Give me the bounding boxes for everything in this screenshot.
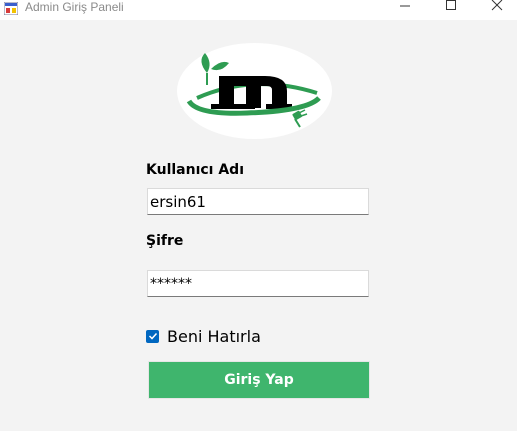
- remember-me[interactable]: Beni Hatırla: [146, 326, 261, 346]
- title-bar: Admin Giriş Paneli: [0, 0, 517, 20]
- logo-plug: [292, 109, 308, 128]
- minimize-button[interactable]: [382, 0, 428, 20]
- minimize-icon: [400, 5, 410, 7]
- logo-letter-m: [211, 76, 292, 109]
- login-button[interactable]: Giriş Yap: [148, 361, 370, 399]
- password-input[interactable]: [147, 270, 369, 297]
- remember-checkbox[interactable]: [146, 329, 159, 343]
- remember-label: Beni Hatırla: [167, 326, 261, 346]
- window-title: Admin Giriş Paneli: [25, 0, 124, 14]
- maximize-button[interactable]: [428, 0, 474, 20]
- close-icon: [491, 0, 503, 11]
- close-button[interactable]: [474, 0, 517, 20]
- password-label: Şifre: [146, 233, 184, 249]
- logo-image: [186, 53, 321, 128]
- logo-leaf-right: [211, 61, 229, 71]
- username-label: Kullanıcı Adı: [146, 162, 245, 178]
- app-icon: [4, 2, 18, 15]
- maximize-icon: [446, 0, 456, 10]
- checkmark-icon: [148, 332, 157, 340]
- username-input[interactable]: [147, 188, 369, 215]
- logo-leaf-left: [201, 53, 210, 73]
